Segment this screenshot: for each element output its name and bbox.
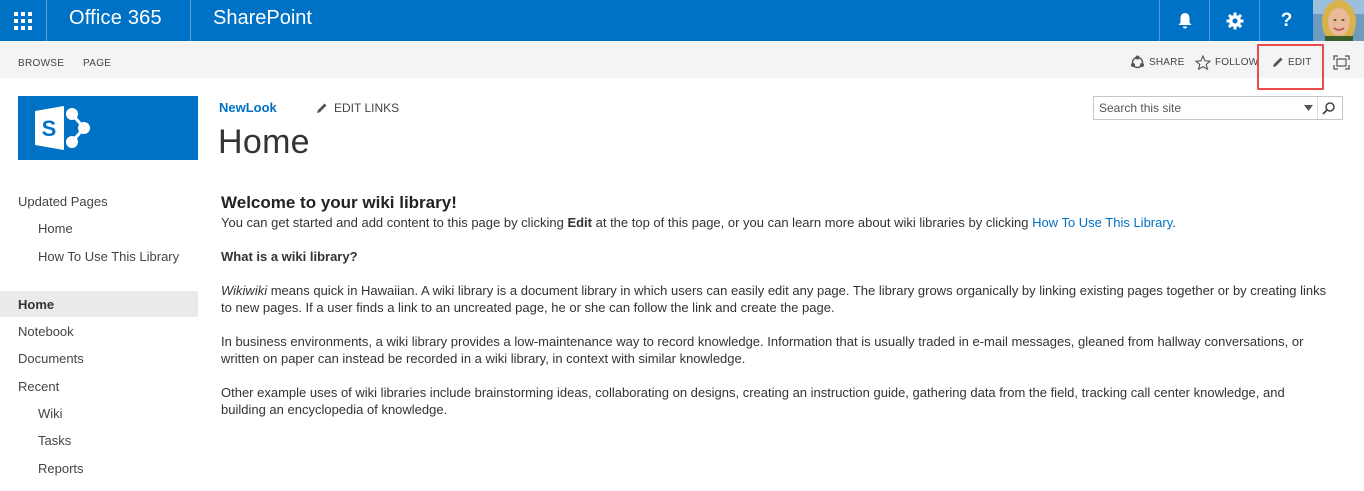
nav-item-how-to-use[interactable]: How To Use This Library (0, 243, 198, 269)
nav-item-home-sub[interactable]: Home (0, 215, 198, 241)
fullscreen-icon (1333, 54, 1350, 70)
how-to-use-link[interactable]: How To Use This Library (1032, 215, 1172, 230)
page-title: Home (218, 123, 310, 161)
nav-item-tasks[interactable]: Tasks (0, 427, 198, 453)
share-label: SHARE (1149, 56, 1185, 68)
settings-button[interactable] (1209, 0, 1259, 41)
search-icon (1322, 101, 1335, 115)
nav-item-documents[interactable]: Documents (0, 345, 198, 371)
divider (190, 0, 191, 41)
tab-browse[interactable]: BROWSE (18, 58, 64, 69)
intro-text-end: . (1172, 215, 1176, 230)
sharepoint-logo-icon: S (35, 106, 90, 150)
nav-item-recent[interactable]: Recent (0, 373, 198, 399)
question-heading: What is a wiki library? (221, 249, 358, 264)
app-launcher-button[interactable] (0, 0, 46, 41)
search-box (1093, 96, 1343, 120)
nav-item-updated-pages[interactable]: Updated Pages (0, 188, 198, 214)
waffle-icon (14, 11, 32, 30)
share-icon (1131, 55, 1144, 68)
suite-bar: Office 365 SharePoint ? (0, 0, 1364, 41)
search-input[interactable] (1094, 98, 1299, 118)
help-button[interactable]: ? (1259, 0, 1313, 41)
intro-text: You can get started and add content to t… (221, 215, 568, 230)
star-icon (1195, 54, 1211, 70)
share-button[interactable]: SHARE (1130, 53, 1184, 71)
nav-item-notebook[interactable]: Notebook (0, 318, 198, 344)
wikiwiki-term: Wikiwiki (221, 283, 268, 298)
svg-text:S: S (42, 116, 57, 141)
nav-item-wiki[interactable]: Wiki (0, 400, 198, 426)
site-logo[interactable]: S (18, 96, 198, 160)
pencil-icon (317, 103, 327, 113)
content-heading: Welcome to your wiki library! (221, 193, 457, 212)
paragraph-1-text: means quick in Hawaiian. A wiki library … (221, 283, 1327, 315)
search-scope-dropdown[interactable] (1299, 97, 1317, 119)
chevron-down-icon (1303, 105, 1313, 111)
intro-text-middle: at the top of this page, or you can lear… (592, 215, 1033, 230)
bell-icon (1178, 12, 1191, 28)
ribbon-bar: BROWSE PAGE SHARE FOLLOW EDIT (0, 41, 1364, 78)
nav-item-reports[interactable]: Reports (0, 455, 198, 481)
nav-item-home[interactable]: Home (0, 291, 198, 317)
edit-highlight-box (1257, 44, 1324, 90)
edit-links-label: EDIT LINKS (334, 101, 400, 115)
paragraph-1: Wikiwiki means quick in Hawaiian. A wiki… (221, 282, 1331, 316)
avatar[interactable] (1313, 0, 1364, 41)
wiki-content: Welcome to your wiki library! You can ge… (221, 193, 1331, 418)
search-button[interactable] (1317, 97, 1339, 119)
user-photo-icon (1313, 0, 1364, 41)
paragraph-2: In business environments, a wiki library… (221, 334, 1304, 366)
paragraph-3: Other example uses of wiki libraries inc… (221, 385, 1285, 417)
app-name[interactable]: SharePoint (213, 7, 312, 30)
focus-on-content-button[interactable] (1333, 53, 1350, 71)
intro-bold: Edit (567, 215, 592, 230)
brand-link[interactable]: Office 365 (69, 7, 162, 30)
tab-page[interactable]: PAGE (83, 58, 111, 69)
intro-paragraph: You can get started and add content to t… (221, 214, 1331, 231)
gear-icon (1226, 12, 1243, 29)
follow-button[interactable]: FOLLOW (1195, 53, 1258, 71)
divider (46, 0, 47, 41)
notifications-button[interactable] (1159, 0, 1209, 41)
help-icon: ? (1280, 9, 1293, 31)
edit-links-button[interactable]: EDIT LINKS (316, 101, 399, 115)
follow-label: FOLLOW (1215, 56, 1259, 68)
site-title-link[interactable]: NewLook (219, 100, 277, 115)
